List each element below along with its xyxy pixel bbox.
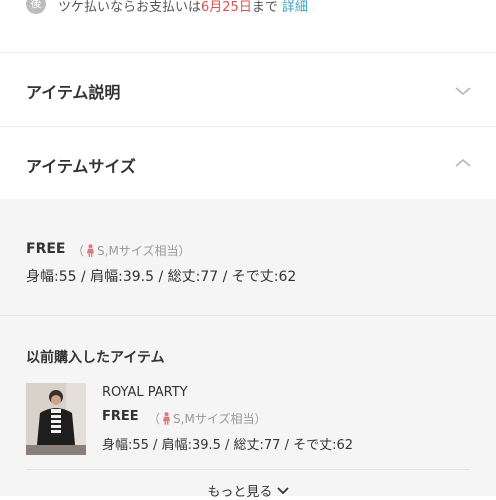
size-info-block: FREE （ S,Mサイズ相当） 身幅:55 / 肩幅:39.5 / 総丈:77… <box>0 199 496 316</box>
previous-item-brand[interactable]: ROYAL PARTY <box>102 385 188 400</box>
person-icon <box>87 244 95 257</box>
size-name: FREE <box>26 241 66 257</box>
chevron-up-icon <box>455 158 471 167</box>
accordion-item-description[interactable]: アイテム説明 <box>0 53 496 127</box>
size-note-open: （ <box>72 244 85 258</box>
notice-detail-link[interactable]: 詳細 <box>282 0 308 15</box>
notice-text-after: まで <box>251 0 278 15</box>
person-icon <box>163 412 171 425</box>
payment-notice: 後 ツケ払いならお支払いは6月25日まで 詳細 <box>0 0 496 53</box>
previous-item-measurements: 身幅:55 / 肩幅:39.5 / 総丈:77 / そで丈:62 <box>102 438 354 453</box>
deferred-payment-icon: 後 <box>26 0 46 14</box>
notice-text-before: ツケ払いならお支払いは <box>58 0 202 15</box>
notice-date: 6月25日 <box>201 0 252 15</box>
divider <box>26 469 470 470</box>
item-size-title: アイテムサイズ <box>26 157 136 176</box>
size-measurements: 身幅:55 / 肩幅:39.5 / 総丈:77 / そで丈:62 <box>26 269 297 285</box>
size-note-text: S,Mサイズ相当） <box>97 244 191 258</box>
chevron-down-icon <box>455 87 471 96</box>
previous-item-size-note: （ S,Mサイズ相当） <box>148 410 266 427</box>
previous-note-text: S,Mサイズ相当） <box>173 412 267 426</box>
size-panel: FREE （ S,Mサイズ相当） 身幅:55 / 肩幅:39.5 / 総丈:77… <box>0 199 496 500</box>
previous-purchase-title: 以前購入したアイテム <box>26 350 165 366</box>
notice-text: ツケ払いならお支払いは6月25日まで 詳細 <box>58 0 308 15</box>
previous-item-size: FREE <box>102 409 139 424</box>
item-description-title: アイテム説明 <box>26 83 121 102</box>
previous-note-open: （ <box>148 412 161 426</box>
chevron-down-icon <box>276 487 289 495</box>
show-more-button[interactable]: もっと見る <box>0 481 496 500</box>
show-more-label: もっと見る <box>207 485 273 500</box>
size-note: （ S,Mサイズ相当） <box>72 242 190 259</box>
previous-item-thumbnail[interactable] <box>26 383 86 455</box>
accordion-item-size[interactable]: アイテムサイズ <box>0 127 496 199</box>
